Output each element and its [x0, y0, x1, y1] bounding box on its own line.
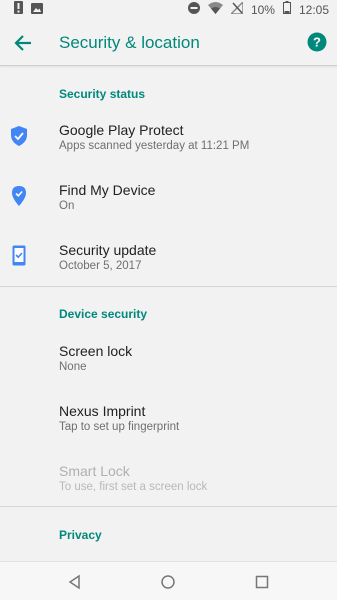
section-divider	[0, 506, 337, 507]
list-item-find-my-device[interactable]: Find My Device On	[0, 166, 337, 226]
status-bar: 10% 12:05	[0, 0, 337, 20]
svg-text:?: ?	[313, 35, 321, 50]
wifi-icon	[207, 1, 223, 19]
notification-icon	[14, 1, 23, 19]
phone-check-icon	[12, 245, 32, 267]
nav-recents-button[interactable]	[252, 572, 272, 592]
item-subtitle: Apps scanned yesterday at 11:21 PM	[59, 140, 250, 152]
section-header-privacy: Privacy	[59, 528, 102, 542]
list-item-smart-lock: Smart Lock To use, first set a screen lo…	[0, 447, 337, 507]
list-item-nexus-imprint[interactable]: Nexus Imprint Tap to set up fingerprint	[0, 387, 337, 447]
arrow-back-icon	[14, 35, 31, 51]
back-triangle-icon	[68, 574, 80, 590]
item-subtitle: None	[59, 361, 87, 373]
item-subtitle: Tap to set up fingerprint	[59, 421, 180, 433]
nav-home-button[interactable]	[158, 572, 178, 592]
item-title: Nexus Imprint	[59, 403, 146, 419]
help-button[interactable]: ?	[307, 32, 327, 52]
page-title: Security & location	[59, 33, 200, 52]
section-divider	[0, 286, 337, 287]
help-icon: ?	[307, 32, 327, 52]
image-icon	[31, 1, 43, 19]
nav-back-button[interactable]	[65, 572, 85, 592]
item-subtitle: On	[59, 200, 75, 212]
battery-percent: 10%	[250, 3, 275, 17]
recents-square-icon	[255, 575, 269, 589]
section-header-device-security: Device security	[59, 307, 148, 321]
back-button[interactable]	[10, 30, 36, 56]
item-title: Screen lock	[59, 343, 133, 359]
shield-check-icon	[10, 126, 30, 148]
item-title: Find My Device	[59, 182, 156, 198]
location-pin-icon	[12, 186, 32, 208]
navigation-bar	[0, 561, 337, 600]
item-title: Google Play Protect	[59, 122, 184, 138]
no-signal-icon	[229, 0, 244, 19]
list-item-google-play-protect[interactable]: Google Play Protect Apps scanned yesterd…	[0, 106, 337, 166]
dnd-icon	[187, 1, 200, 19]
home-circle-icon	[161, 575, 175, 589]
list-item-security-update[interactable]: Security update October 5, 2017	[0, 226, 337, 286]
item-subtitle: To use, first set a screen lock	[59, 481, 208, 493]
item-subtitle: October 5, 2017	[59, 260, 142, 272]
item-title: Security update	[59, 242, 157, 258]
battery-icon	[282, 1, 291, 19]
app-bar: Security & location ?	[0, 20, 337, 66]
section-header-security-status: Security status	[59, 87, 146, 101]
list-item-screen-lock[interactable]: Screen lock None	[0, 327, 337, 387]
clock: 12:05	[298, 3, 329, 17]
item-title: Smart Lock	[59, 463, 130, 479]
